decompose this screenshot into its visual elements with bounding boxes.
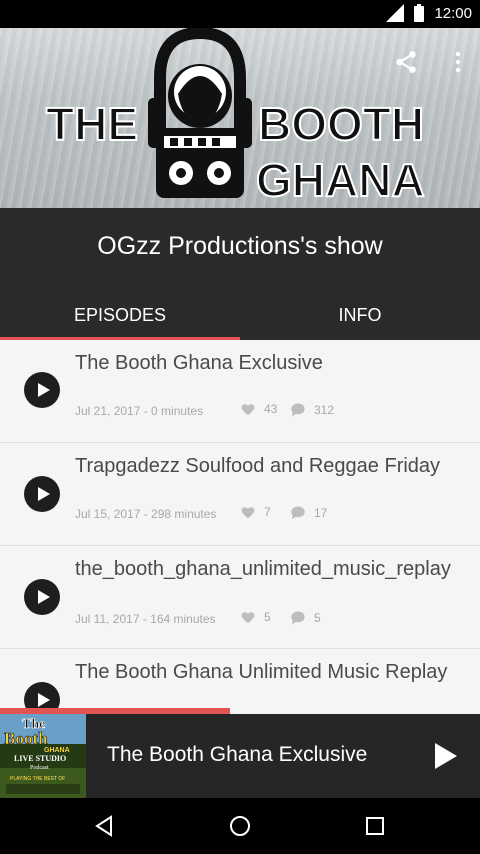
heart-icon <box>241 507 255 519</box>
battery-icon <box>414 4 425 22</box>
nav-back-button[interactable] <box>90 812 118 840</box>
system-nav-bar <box>0 798 480 854</box>
artwork-text-booth: Booth <box>4 729 48 748</box>
episode-play-button[interactable] <box>24 579 60 615</box>
comment-icon <box>291 611 305 625</box>
episode-comments[interactable]: 312 <box>290 402 334 417</box>
play-icon <box>37 590 50 604</box>
episode-row[interactable]: The Booth Ghana Exclusive Jul 21, 2017 -… <box>0 340 480 443</box>
mini-player-play-button[interactable] <box>428 738 464 774</box>
likes-count: 5 <box>264 610 271 624</box>
comments-count: 5 <box>314 610 321 625</box>
episode-likes[interactable]: 43 <box>240 402 277 416</box>
episode-comments[interactable]: 5 <box>290 610 321 625</box>
play-icon <box>435 743 457 769</box>
episode-title: Trapgadezz Soulfood and Reggae Friday <box>75 455 441 477</box>
episode-play-button[interactable] <box>24 372 60 408</box>
tab-info[interactable]: INFO <box>240 291 480 339</box>
artwork-text-playing: PLAYING THE BEST OF <box>10 776 65 782</box>
comment-icon <box>291 506 305 520</box>
playback-progress-bar[interactable] <box>0 706 480 714</box>
episode-artwork: The Booth GHANA LIVE STUDIO Podcast PLAY… <box>0 714 86 798</box>
episode-comments[interactable]: 17 <box>290 505 327 520</box>
recents-icon <box>366 817 384 835</box>
home-icon <box>230 816 250 836</box>
episode-title: The Booth Ghana Exclusive <box>75 352 323 374</box>
logo-text-the: THE <box>46 98 138 150</box>
comment-icon <box>291 403 305 417</box>
nav-recents-button[interactable] <box>361 812 389 840</box>
episode-row[interactable]: The Booth Ghana Unlimited Music Replay <box>0 649 480 714</box>
episode-meta: Jul 21, 2017 - 0 minutes <box>75 404 204 418</box>
episode-title: The Booth Ghana Unlimited Music Replay <box>75 661 448 683</box>
episode-list[interactable]: The Booth Ghana Exclusive Jul 21, 2017 -… <box>0 340 480 714</box>
comments-count: 312 <box>314 402 335 417</box>
episode-likes[interactable]: 7 <box>240 505 271 519</box>
episode-row[interactable]: the_booth_ghana_unlimited_music_replay J… <box>0 546 480 649</box>
logo-text-ghana: GHANA <box>256 154 425 206</box>
back-icon <box>95 815 112 837</box>
episode-row[interactable]: Trapgadezz Soulfood and Reggae Friday Ju… <box>0 443 480 546</box>
more-options-button[interactable] <box>440 44 476 80</box>
share-button[interactable] <box>388 44 424 80</box>
likes-count: 43 <box>264 402 278 416</box>
artwork-text-ghana: GHANA <box>44 747 70 754</box>
now-playing-title: The Booth Ghana Exclusive <box>107 743 368 766</box>
likes-count: 7 <box>264 505 271 519</box>
episode-title: the_booth_ghana_unlimited_music_replay <box>75 558 451 580</box>
episode-meta: Jul 11, 2017 - 164 minutes <box>75 612 216 626</box>
heart-icon <box>241 612 255 624</box>
episode-likes[interactable]: 5 <box>240 610 271 624</box>
play-icon <box>37 693 50 707</box>
episode-meta: Jul 15, 2017 - 298 minutes <box>75 507 217 521</box>
play-icon <box>37 383 50 397</box>
show-title: OGzz Productions's show <box>97 232 383 260</box>
mini-player[interactable]: The Booth GHANA LIVE STUDIO Podcast PLAY… <box>0 714 480 798</box>
status-time: 12:00 <box>434 4 472 22</box>
comments-count: 17 <box>314 505 328 520</box>
logo-text-booth: BOOTH <box>258 98 424 150</box>
tab-episodes[interactable]: EPISODES <box>0 291 240 339</box>
signal-icon <box>386 4 405 22</box>
status-bar: 12:00 <box>0 0 480 28</box>
artwork-text-podcast: Podcast <box>30 765 49 771</box>
show-toolbar: OGzz Productions's show EPISODES INFO <box>0 208 480 340</box>
nav-home-button[interactable] <box>226 812 254 840</box>
share-icon <box>396 51 416 73</box>
play-icon <box>37 487 50 501</box>
show-header-banner: THE BOOTH GHANA <box>0 28 480 208</box>
more-vert-icon <box>455 51 461 73</box>
episode-play-button[interactable] <box>24 476 60 512</box>
heart-icon <box>241 404 255 416</box>
artwork-text-studio: LIVE STUDIO <box>14 754 66 763</box>
